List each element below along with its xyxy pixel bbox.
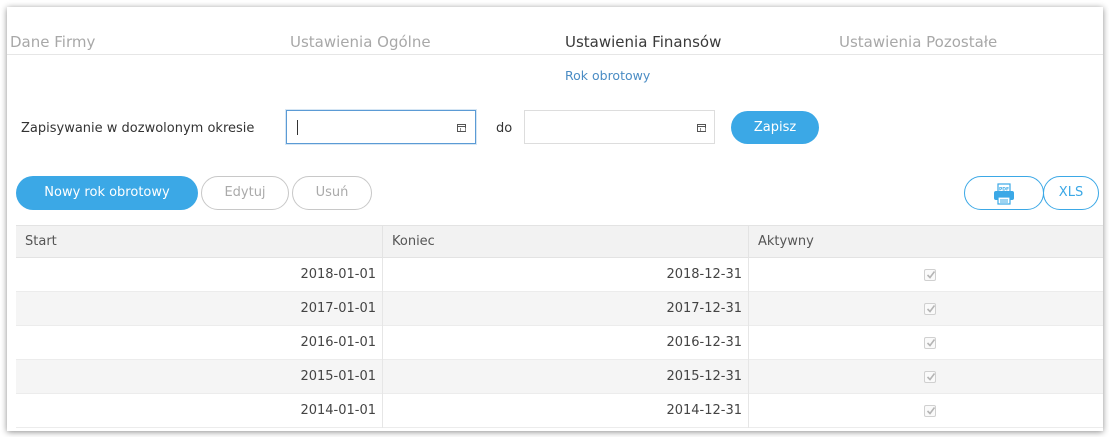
cell-start: 2017-01-01	[16, 292, 383, 326]
settings-tabs: Dane Firmy Ustawienia Ogólne Ustawienia …	[7, 7, 1103, 55]
cell-aktywny	[749, 394, 1103, 428]
tab-dane-firmy[interactable]: Dane Firmy	[10, 33, 95, 51]
table-row[interactable]: 2016-01-01 2016-12-31	[16, 326, 1103, 360]
calendar-icon[interactable]	[457, 124, 466, 132]
cell-start: 2016-01-01	[16, 326, 383, 360]
xls-export-button[interactable]: XLS	[1043, 176, 1099, 210]
pdf-export-button[interactable]: PDF	[964, 176, 1044, 210]
cell-aktywny	[749, 326, 1103, 360]
cell-koniec: 2018-12-31	[383, 258, 749, 292]
delete-button[interactable]: Usuń	[292, 176, 372, 210]
cell-aktywny	[749, 258, 1103, 292]
column-header-start[interactable]: Start	[16, 226, 383, 258]
column-header-koniec[interactable]: Koniec	[383, 226, 749, 258]
active-checkbox	[924, 405, 936, 417]
cell-aktywny	[749, 292, 1103, 326]
table-header: Start Koniec Aktywny	[16, 225, 1103, 258]
text-cursor	[297, 120, 298, 135]
cell-koniec: 2014-12-31	[383, 394, 749, 428]
tab-ustawienia-finansow[interactable]: Ustawienia Finansów	[565, 33, 721, 51]
edit-button[interactable]: Edytuj	[201, 176, 289, 210]
active-checkbox	[924, 337, 936, 349]
active-checkbox	[924, 371, 936, 383]
cell-start: 2018-01-01	[16, 258, 383, 292]
date-to-input[interactable]	[524, 110, 715, 144]
table-row[interactable]: 2015-01-01 2015-12-31	[16, 360, 1103, 394]
date-from-input[interactable]	[286, 110, 476, 144]
save-button[interactable]: Zapisz	[731, 111, 819, 144]
active-checkbox	[924, 269, 936, 281]
column-header-aktywny[interactable]: Aktywny	[749, 226, 1103, 258]
new-fiscal-year-button[interactable]: Nowy rok obrotowy	[16, 176, 198, 210]
period-label: Zapisywanie w dozwolonym okresie	[21, 121, 255, 136]
pdf-print-icon: PDF	[994, 183, 1014, 205]
tab-ustawienia-ogolne[interactable]: Ustawienia Ogólne	[290, 33, 431, 51]
table-body: 2018-01-01 2018-12-31 2017-01-01 2017-12…	[16, 258, 1103, 428]
cell-koniec: 2017-12-31	[383, 292, 749, 326]
table-row[interactable]: 2017-01-01 2017-12-31	[16, 292, 1103, 326]
cell-koniec: 2015-12-31	[383, 360, 749, 394]
table-row[interactable]: 2014-01-01 2014-12-31	[16, 394, 1103, 428]
active-checkbox	[924, 303, 936, 315]
fiscal-years-table: Start Koniec Aktywny 2018-01-01 2018-12-…	[16, 225, 1103, 428]
cell-start: 2015-01-01	[16, 360, 383, 394]
cell-aktywny	[749, 360, 1103, 394]
cell-start: 2014-01-01	[16, 394, 383, 428]
subtab-rok-obrotowy[interactable]: Rok obrotowy	[565, 68, 650, 83]
tab-ustawienia-pozostale[interactable]: Ustawienia Pozostałe	[839, 33, 997, 51]
to-label: do	[496, 121, 513, 136]
settings-panel: Dane Firmy Ustawienia Ogólne Ustawienia …	[7, 7, 1103, 431]
table-row[interactable]: 2018-01-01 2018-12-31	[16, 258, 1103, 292]
calendar-icon[interactable]	[697, 124, 706, 132]
cell-koniec: 2016-12-31	[383, 326, 749, 360]
